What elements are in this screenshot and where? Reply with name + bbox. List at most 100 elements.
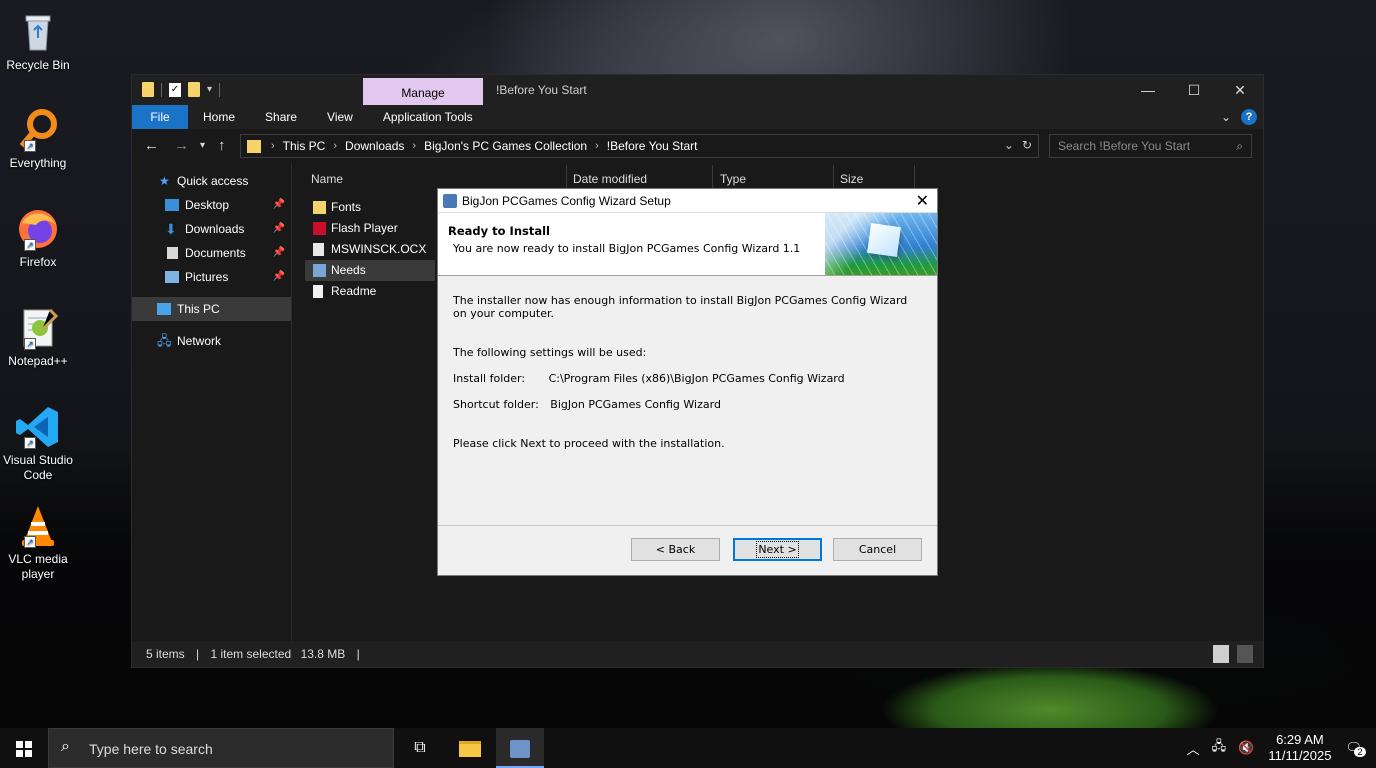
tab-share[interactable]: Share [250, 105, 312, 129]
desktop-icon-label: Everything [9, 156, 67, 170]
tab-application-tools[interactable]: Application Tools [368, 105, 488, 129]
customize-toolbar-icon[interactable]: ▾ [207, 84, 212, 95]
tab-file[interactable]: File [132, 105, 188, 129]
breadcrumb-separator-icon[interactable]: › [412, 140, 416, 152]
taskbar-file-explorer[interactable] [446, 728, 494, 768]
column-name[interactable]: Name [311, 168, 343, 190]
desktop-icon-everything[interactable]: ↗ Everything [2, 106, 74, 171]
nav-desktop[interactable]: Desktop 📌 [132, 193, 291, 217]
nav-documents[interactable]: Documents 📌 [132, 241, 291, 265]
installer-icon [510, 739, 530, 758]
file-row-fonts[interactable]: Fonts [305, 197, 435, 218]
file-name: Fonts [331, 200, 362, 214]
breadcrumb-separator-icon[interactable]: › [271, 140, 275, 152]
address-dropdown-icon[interactable]: ⌄ [1004, 138, 1014, 152]
column-date-modified[interactable]: Date modified [573, 168, 647, 190]
window-title: !Before You Start [496, 83, 587, 97]
tab-home[interactable]: Home [188, 105, 250, 129]
breadcrumb-separator-icon[interactable]: › [595, 140, 599, 152]
setup-wizard-dialog[interactable]: BigJon PCGames Config Wizard Setup ✕ Rea… [437, 188, 938, 576]
installer-icon [313, 264, 326, 277]
pin-icon[interactable]: 📌 [273, 217, 285, 241]
network-icon[interactable]: 🖧 [1212, 737, 1227, 759]
address-bar[interactable]: › This PC › Downloads › BigJon's PC Game… [240, 134, 1039, 158]
breadcrumb-collection[interactable]: BigJon's PC Games Collection [424, 139, 587, 153]
shortcut-folder-value: BigJon PCGames Config Wizard [550, 398, 721, 411]
nav-network[interactable]: 🖧 Network [132, 329, 291, 353]
shortcut-folder-label: Shortcut folder: [453, 398, 539, 411]
breadcrumb-downloads[interactable]: Downloads [345, 139, 404, 153]
recent-locations-icon[interactable]: ▾ [200, 140, 205, 151]
nav-pictures[interactable]: Pictures 📌 [132, 265, 291, 289]
desktop-icon-notepad-plus-plus[interactable]: ↗ Notepad++ [2, 304, 74, 369]
file-row-mswinsck[interactable]: MSWINSCK.OCX [305, 239, 435, 260]
search-placeholder: Search !Before You Start [1058, 139, 1191, 153]
taskbar-setup-wizard[interactable] [496, 728, 544, 768]
breadcrumb-separator-icon[interactable]: › [333, 140, 337, 152]
computer-icon [157, 303, 171, 315]
notification-center-icon[interactable]: 🗨 2 [1345, 740, 1366, 757]
task-view-button[interactable]: ⧉ [396, 728, 444, 768]
shortcut-arrow-icon: ↗ [24, 140, 36, 152]
minimize-icon[interactable]: — [1125, 75, 1171, 105]
new-folder-icon[interactable] [188, 82, 200, 97]
status-divider: | [196, 647, 200, 661]
help-icon[interactable]: ? [1241, 109, 1257, 125]
shortcut-folder-row: Shortcut folder: BigJon PCGames Config W… [453, 398, 913, 411]
pin-icon[interactable]: 📌 [273, 193, 285, 217]
close-icon[interactable]: ✕ [916, 191, 929, 210]
expand-ribbon-icon[interactable]: ⌄ [1221, 110, 1231, 124]
close-icon[interactable]: ✕ [1217, 75, 1263, 105]
tab-manage[interactable]: Manage [363, 78, 483, 105]
column-type[interactable]: Type [720, 168, 746, 190]
refresh-icon[interactable]: ↻ [1022, 138, 1032, 152]
file-row-readme[interactable]: Readme [305, 281, 435, 302]
nav-quick-access[interactable]: ★ Quick access [132, 169, 291, 193]
file-row-flash-player[interactable]: Flash Player [305, 218, 435, 239]
everything-search-icon: ↗ [14, 106, 62, 154]
pin-icon[interactable]: 📌 [273, 265, 285, 289]
desktop-icon-vscode[interactable]: ↗ Visual Studio Code [2, 403, 74, 483]
desktop-icon-recycle-bin[interactable]: Recycle Bin [2, 8, 74, 73]
flash-player-icon [313, 222, 326, 235]
start-button[interactable] [0, 728, 48, 768]
ribbon-tabs: File Home Share View Application Tools ⌄… [132, 105, 1263, 129]
pin-icon[interactable]: 📌 [273, 241, 285, 265]
large-icons-view-icon[interactable] [1237, 645, 1253, 663]
back-arrow-icon[interactable]: ← [144, 137, 159, 154]
folder-icon [142, 82, 154, 97]
up-arrow-icon[interactable]: ↑ [218, 137, 226, 154]
search-input[interactable]: Search !Before You Start ⌕ [1049, 134, 1252, 158]
column-size[interactable]: Size [840, 168, 863, 190]
clock[interactable]: 6:29 AM 11/11/2025 [1268, 732, 1331, 764]
properties-icon[interactable]: ✓ [169, 82, 181, 97]
speaker-muted-icon[interactable]: 🔇 [1238, 740, 1254, 756]
nav-this-pc[interactable]: This PC [132, 297, 291, 321]
chevron-up-icon[interactable]: ︿ [1187, 739, 1200, 758]
next-button[interactable]: Next > [733, 538, 822, 561]
desktop-icon-label: Notepad++ [8, 354, 68, 368]
wizard-titlebar[interactable]: BigJon PCGames Config Wizard Setup ✕ [438, 189, 937, 213]
tab-view[interactable]: View [312, 105, 368, 129]
desktop-icon-firefox[interactable]: ↗ Firefox [2, 205, 74, 270]
cancel-button[interactable]: Cancel [833, 538, 922, 561]
wizard-subheading: You are now ready to install BigJon PCGa… [453, 242, 801, 255]
forward-arrow-icon[interactable]: → [174, 137, 189, 154]
quick-access-toolbar: ✓ ▾ [142, 82, 221, 97]
back-button[interactable]: < Back [631, 538, 720, 561]
nav-downloads[interactable]: ⬇ Downloads 📌 [132, 217, 291, 241]
taskbar-search-box[interactable]: ⌕ Type here to search [48, 728, 394, 768]
desktop-icon-vlc[interactable]: ↗ VLC media player [2, 502, 74, 582]
maximize-icon[interactable]: ☐ [1171, 75, 1217, 105]
recycle-bin-icon [14, 8, 62, 56]
breadcrumb-this-pc[interactable]: This PC [283, 139, 326, 153]
explorer-titlebar[interactable]: ✓ ▾ Manage !Before You Start — ☐ ✕ [132, 75, 1263, 105]
details-view-icon[interactable] [1213, 645, 1229, 663]
clock-time: 6:29 AM [1276, 732, 1324, 747]
install-folder-row: Install folder: C:\Program Files (x86)\B… [453, 372, 913, 385]
breadcrumb-current[interactable]: !Before You Start [607, 139, 698, 153]
window-controls: — ☐ ✕ [1125, 75, 1263, 105]
file-row-needs[interactable]: Needs [305, 260, 435, 281]
ocx-file-icon [313, 243, 324, 256]
desktop-icon-label: VLC media player [8, 552, 68, 581]
